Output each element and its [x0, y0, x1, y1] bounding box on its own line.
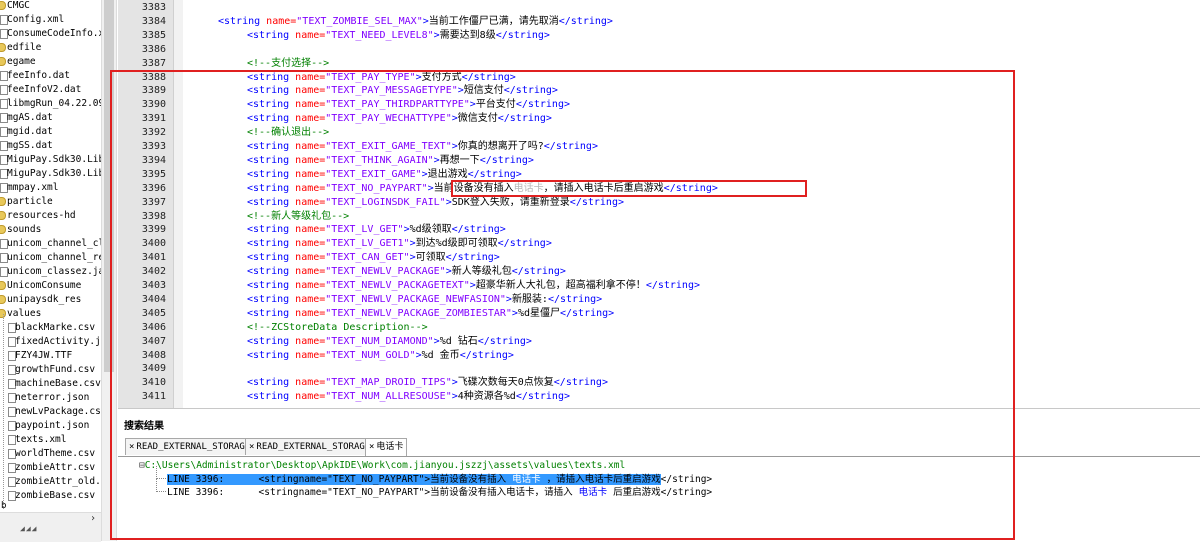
line-number: 3387 [141, 57, 166, 69]
tree-item-label: feeInfoV2.dat [7, 84, 82, 95]
scroll-right-arrow-icon[interactable]: › [90, 513, 96, 524]
code-line[interactable]: <string name="TEXT_NEED_LEVEL8">需要达到8级</… [247, 29, 550, 43]
annotation-target-box [451, 180, 807, 197]
tree-item-label: unicom_channel_cls [7, 238, 102, 249]
code-token-attr: name= [266, 15, 297, 27]
tree-item-label: mgid.dat [7, 126, 53, 137]
tree-item-label: libmgRun_04.22.09_ [7, 98, 102, 109]
folder-icon [0, 225, 6, 234]
tree-horizontal-scrollbar[interactable]: b ◢◢◢ › [0, 501, 101, 542]
code-token-tag: </string> [495, 29, 550, 41]
tree-item-label: texts.xml [15, 434, 67, 445]
line-number: 3384 [141, 15, 166, 27]
tree-item-label: feeInfo.dat [7, 70, 70, 81]
tree-item-label: mmpay.xml [7, 182, 59, 193]
tree-item-label: ConsumeCodeInfo.xm [7, 28, 102, 39]
tree-item-label: particle [7, 196, 53, 207]
folder-icon [0, 295, 6, 304]
tree-item-label: zombieAttr_old. [15, 476, 101, 487]
code-token-val: "TEXT_NEED_LEVEL8" [325, 29, 434, 41]
tree-item-label: unicom_classez.jar [7, 266, 102, 277]
folder-icon [0, 281, 6, 290]
tree-item-label: Config.xml [7, 14, 65, 25]
tree-item-label: values [7, 308, 42, 319]
line-number: 3385 [141, 29, 166, 41]
code-token-attr: name= [295, 29, 326, 41]
tree-guide-line [3, 314, 4, 509]
tree-item-label: newLvPackage.cs [15, 406, 101, 417]
folder-icon [0, 57, 6, 66]
code-token-tag: </string> [558, 15, 613, 27]
tree-item-label: MiguPay.Sdk30.Lib_ [7, 154, 102, 165]
line-number: 3386 [141, 43, 166, 55]
tree-item-label: unipaysdk_res [7, 294, 82, 305]
tree-item-label: blackMarke.csv [15, 322, 96, 333]
code-token-txt: 当前工作僵尸已满，请先取消 [428, 15, 559, 27]
tree-item-label: edfile [7, 42, 42, 53]
tree-item-label: egame [7, 56, 36, 67]
tree-item-label: fixedActivity.j [15, 336, 101, 347]
code-token-tag: <string [247, 29, 296, 41]
tree-item-label: resources-hd [7, 210, 76, 221]
tree-item-label: paypoint.json [15, 420, 90, 431]
tree-item-label: unicom_channel_res [7, 252, 102, 263]
tree-item-label: sounds [7, 224, 42, 235]
code-token-txt: 需要达到8级 [439, 29, 496, 41]
tree-item-label: FZY4JW.TTF [15, 350, 73, 361]
tree-item-label: MiguPay.Sdk30.Lib_ [7, 168, 102, 179]
folder-icon [0, 197, 6, 206]
code-token-tag: <string [218, 15, 267, 27]
code-line[interactable]: <string name="TEXT_ZOMBIE_SEL_MAX">当前工作僵… [218, 15, 613, 29]
file-tree[interactable]: CMGC Config.xml ConsumeCodeInfo.xm edfile eg… [0, 0, 102, 512]
tree-item-label: zombieBase.csv [15, 490, 96, 501]
code-line[interactable]: <!--支付选择--> [247, 57, 329, 71]
code-token-cmt: <!--支付选择--> [247, 57, 330, 69]
code-token-val: "TEXT_ZOMBIE_SEL_MAX" [296, 15, 423, 27]
tree-item-label: mgAS.dat [7, 112, 53, 123]
folder-icon [0, 43, 6, 52]
tree-item-label: growthFund.csv [15, 364, 96, 375]
tree-item-label: zombieAttr.csv [15, 462, 96, 473]
annotation-highlight-box [110, 70, 1015, 540]
tree-item-label: worldTheme.csv [15, 448, 96, 459]
scroll-grip-icon[interactable]: ◢◢◢ [20, 524, 37, 533]
tree-bottom-label: b [1, 501, 7, 511]
tree-item-label: CMGC [7, 0, 30, 11]
folder-icon [0, 211, 6, 220]
tree-item-label: UnicomConsume [7, 280, 82, 291]
tree-item-label: machineBase.csv [15, 378, 101, 389]
line-number: 3383 [141, 2, 166, 13]
folder-icon [0, 1, 6, 10]
tree-item-label: neterror.json [15, 392, 90, 403]
tree-item-label: mgSS.dat [7, 140, 53, 151]
